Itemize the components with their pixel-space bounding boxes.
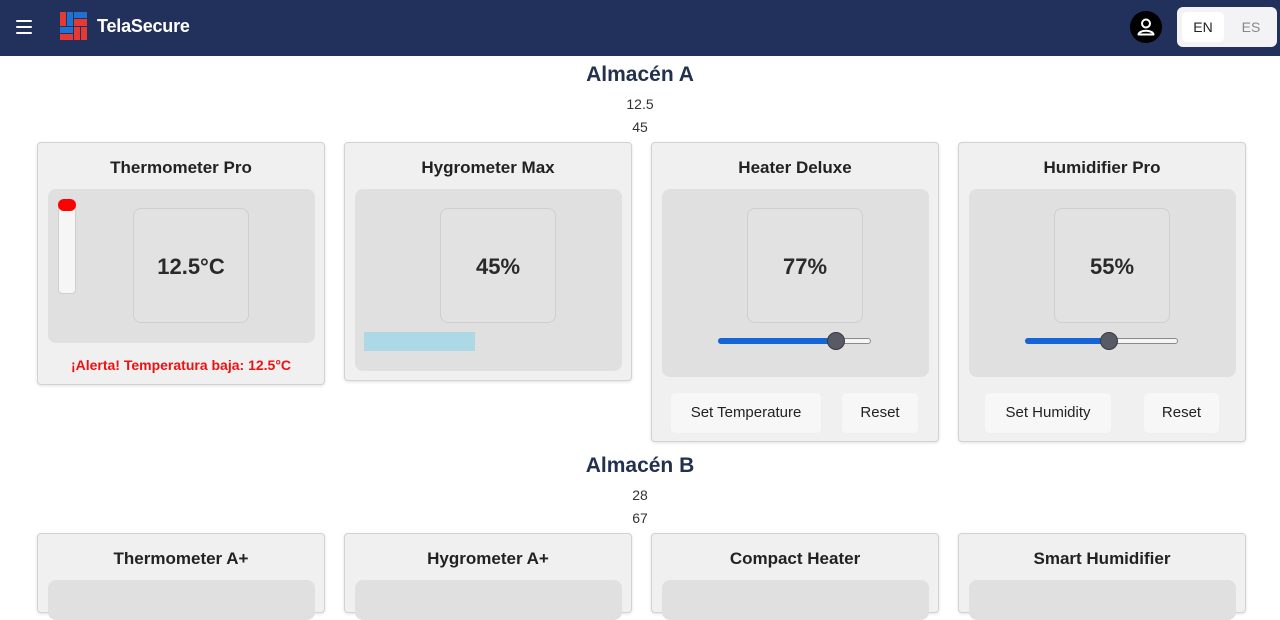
slider-fill [1025, 338, 1110, 344]
card-title: Hygrometer A+ [427, 549, 549, 568]
brand-name: TelaSecure [97, 16, 190, 36]
card-title: Compact Heater [729, 549, 861, 568]
hygrometer-panel: 45% [355, 189, 622, 371]
thermometer-panel [48, 580, 315, 620]
slider-fill [718, 338, 836, 344]
card-title: Humidifier Pro [1043, 158, 1161, 177]
section-temperature-value: 28 [632, 487, 648, 503]
humidifier-card: Smart Humidifier [958, 533, 1246, 620]
heater-slider[interactable] [718, 332, 871, 350]
heater-card: Heater Deluxe 77% Set Temperature Reset [651, 142, 939, 442]
thermometer-card: Thermometer Pro 12.5°C ¡Alerta! Temperat… [37, 142, 325, 385]
humidity-readout: 45% [440, 208, 556, 323]
menu-icon[interactable] [14, 17, 34, 37]
section-humidity-value: 67 [632, 510, 648, 526]
card-title: Hygrometer Max [421, 158, 555, 177]
logo-icon [60, 12, 87, 40]
heater-panel [662, 580, 929, 620]
section-humidity-value: 45 [632, 119, 648, 135]
set-humidity-button[interactable]: Set Humidity [985, 393, 1111, 433]
hygrometer-card: Hygrometer Max 45% [344, 142, 632, 381]
heater-card: Compact Heater [651, 533, 939, 620]
card-title: Heater Deluxe [738, 158, 852, 177]
humidifier-panel [969, 580, 1236, 620]
hygrometer-panel [355, 580, 622, 620]
section-title-almacen-a: Almacén A [586, 63, 694, 86]
card-title: Thermometer A+ [113, 549, 249, 568]
set-temperature-button[interactable]: Set Temperature [671, 393, 821, 433]
temperature-readout: 12.5°C [133, 208, 249, 323]
heater-readout: 77% [747, 208, 863, 323]
heater-panel: 77% [662, 189, 929, 377]
language-switcher: EN ES [1177, 7, 1277, 47]
humidifier-readout: 55% [1054, 208, 1170, 323]
thermometer-level [58, 199, 76, 211]
card-title: Smart Humidifier [1033, 549, 1171, 568]
section-title-almacen-b: Almacén B [585, 454, 695, 477]
humidity-level-bar [364, 332, 475, 351]
user-account-icon[interactable] [1130, 11, 1162, 43]
language-en-button[interactable]: EN [1182, 12, 1224, 42]
humidifier-card: Humidifier Pro 55% Set Humidity Reset [958, 142, 1246, 442]
reset-button[interactable]: Reset [1144, 393, 1219, 433]
temperature-alert: ¡Alerta! Temperatura baja: 12.5°C [70, 357, 292, 373]
thermometer-gauge [58, 199, 76, 294]
top-navigation-bar: TelaSecure EN ES [0, 0, 1280, 56]
slider-thumb[interactable] [826, 332, 845, 350]
thermometer-card: Thermometer A+ [37, 533, 325, 620]
humidifier-panel: 55% [969, 189, 1236, 377]
reset-button[interactable]: Reset [842, 393, 918, 433]
language-es-button[interactable]: ES [1230, 12, 1272, 42]
card-title: Thermometer Pro [110, 158, 252, 177]
slider-thumb[interactable] [1100, 332, 1119, 350]
humidifier-slider[interactable] [1025, 332, 1178, 350]
thermometer-panel: 12.5°C [48, 189, 315, 343]
hygrometer-card: Hygrometer A+ [344, 533, 632, 620]
section-temperature-value: 12.5 [626, 96, 654, 112]
